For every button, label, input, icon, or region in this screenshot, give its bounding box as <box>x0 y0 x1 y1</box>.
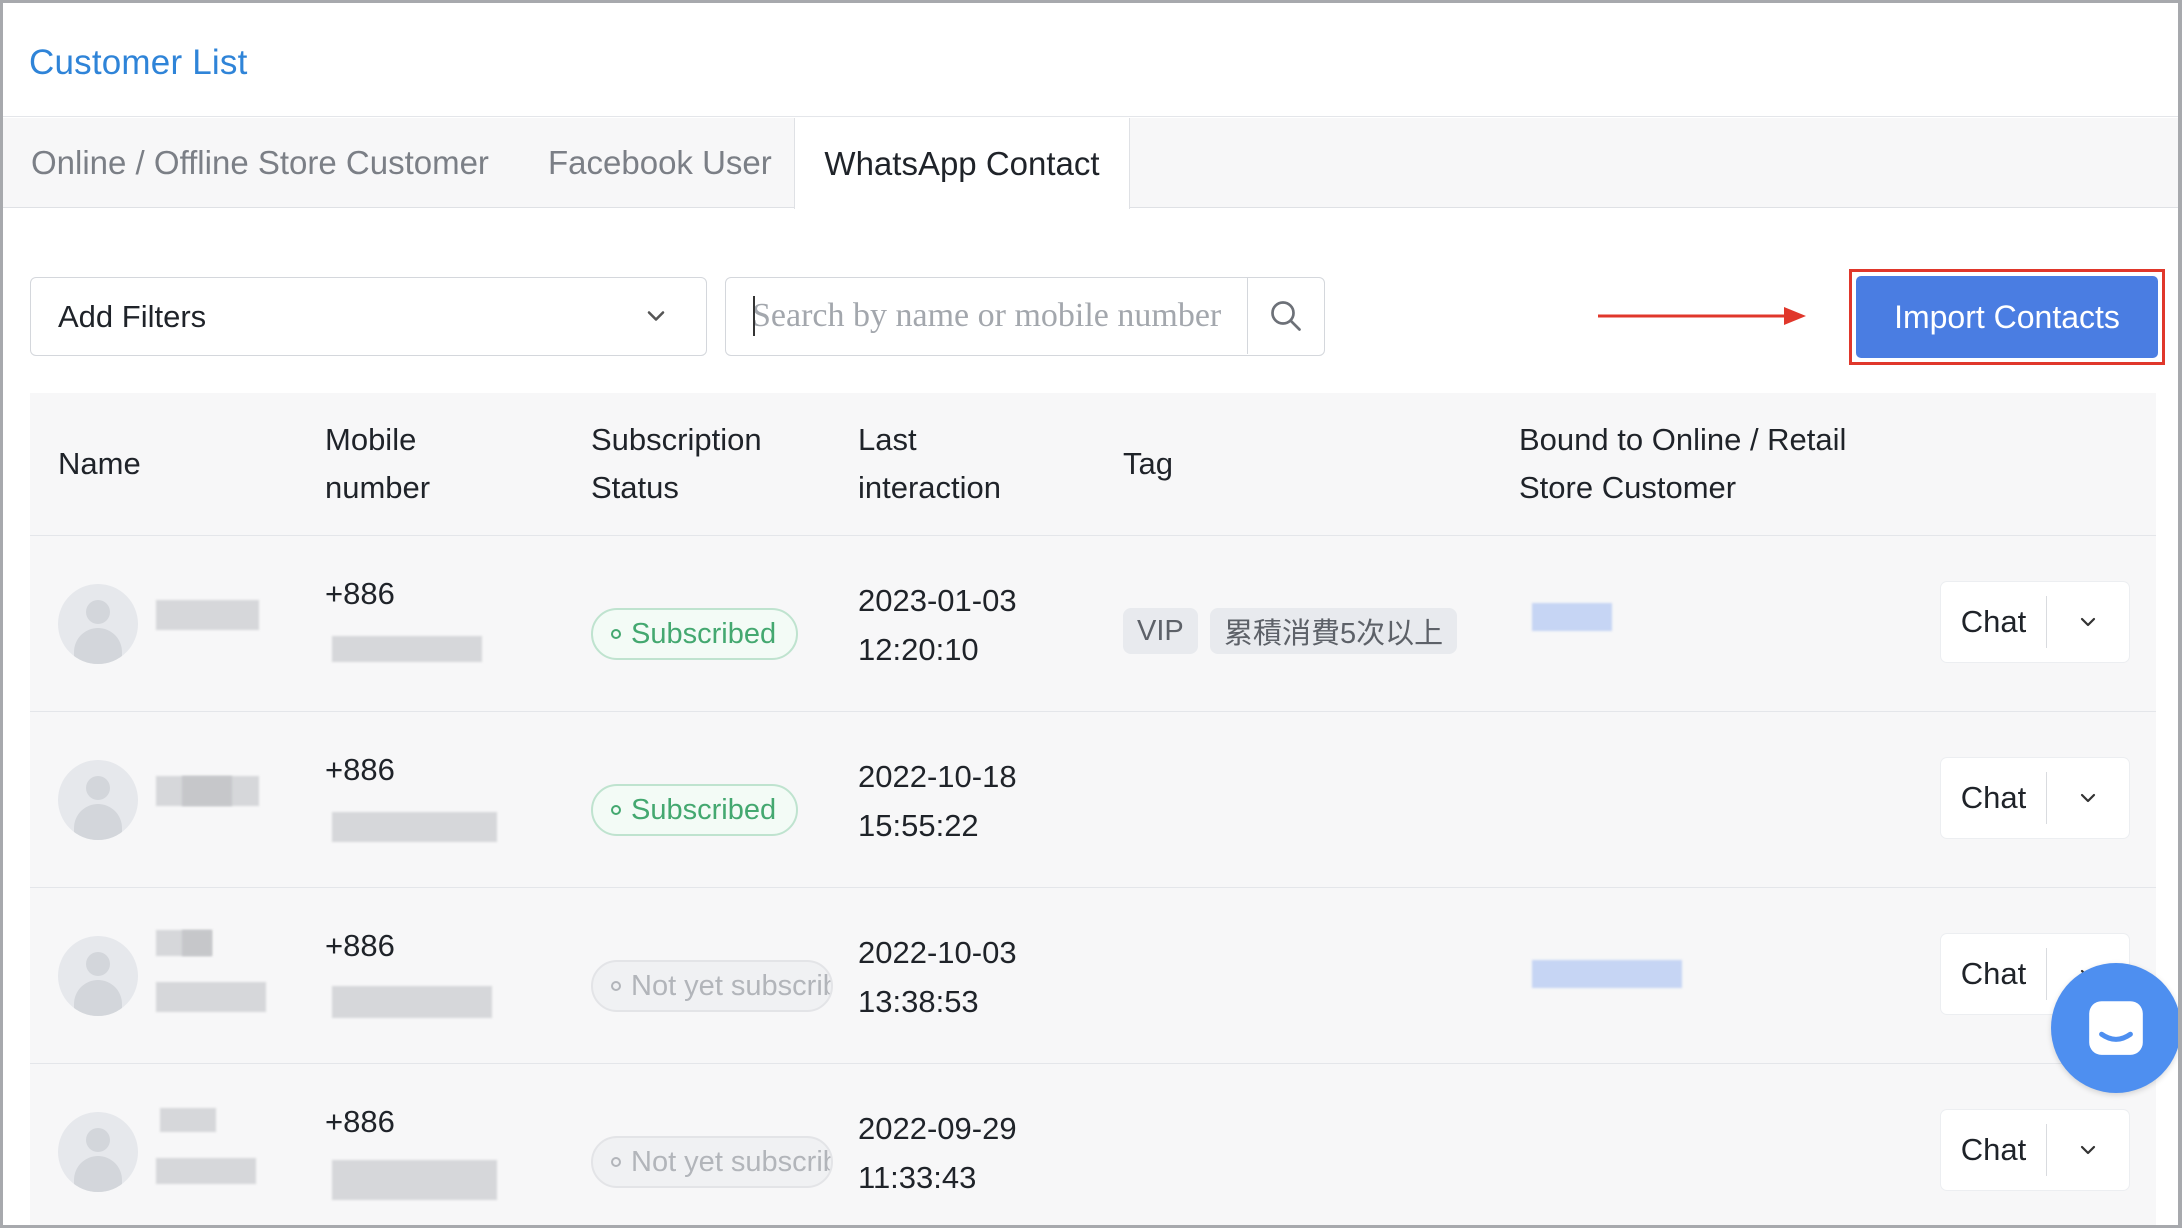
user-avatar-icon <box>58 760 138 840</box>
status-badge: Subscribed <box>591 608 799 660</box>
redacted-name-line-2 <box>156 1158 256 1184</box>
chat-button[interactable]: Chat <box>1941 582 2046 662</box>
status-dot-icon <box>611 1157 621 1167</box>
user-avatar-icon <box>58 936 138 1016</box>
search-button[interactable] <box>1247 278 1324 354</box>
chevron-down-icon <box>2080 617 2096 627</box>
status-label: Not yet subscribed <box>631 969 831 1002</box>
redacted-bound-customer-link[interactable] <box>1532 603 1612 631</box>
last-interaction-time: 13:38:53 <box>858 984 979 1019</box>
column-header-mobile-number: Mobile number <box>325 422 431 505</box>
annotation-arrow <box>1598 307 1806 325</box>
redacted-mobile-number <box>332 1160 497 1200</box>
status-badge: Subscribed <box>591 784 799 836</box>
last-interaction-date: 2022-10-03 <box>858 935 1017 970</box>
table-row[interactable]: +886 Not yet subscribed 2022-09-29 11:33… <box>30 1064 2156 1225</box>
last-interaction-date: 2022-10-18 <box>858 759 1017 794</box>
tab-whatsapp-contact[interactable]: WhatsApp Contact <box>794 118 1130 209</box>
title-bar: Customer List <box>3 3 2178 117</box>
redacted-name-part <box>182 776 232 806</box>
mobile-country-code: +886 <box>325 752 395 787</box>
chat-split-button: Chat <box>1941 1110 2129 1190</box>
status-label: Subscribed <box>631 793 777 826</box>
search-box <box>725 277 1325 356</box>
column-header-subscription-status: Subscription Status <box>591 422 762 505</box>
status-badge: Not yet subscribed <box>591 1136 833 1188</box>
mobile-country-code: +886 <box>325 928 395 963</box>
chat-button[interactable]: Chat <box>1941 934 2046 1014</box>
chat-dropdown-button[interactable] <box>2047 758 2129 838</box>
last-interaction: 2023-01-03 12:20:10 <box>858 576 1017 674</box>
chat-bubble-icon <box>2089 1001 2143 1055</box>
import-contacts-button[interactable]: Import Contacts <box>1856 276 2158 358</box>
column-header-tag: Tag <box>1123 446 1173 481</box>
page-title: Customer List <box>29 43 248 82</box>
search-icon <box>1271 301 1301 331</box>
status-dot-icon <box>611 981 621 991</box>
chat-button[interactable]: Chat <box>1941 1110 2046 1190</box>
table-header: Name Mobile number Subscription Status L… <box>30 393 2156 536</box>
add-filters-dropdown[interactable]: Add Filters <box>30 277 707 356</box>
last-interaction-time: 11:33:43 <box>858 1160 977 1195</box>
chat-dropdown-button[interactable] <box>2047 582 2129 662</box>
add-filters-label: Add Filters <box>58 298 207 334</box>
redacted-name-part <box>182 930 212 956</box>
column-header-bound-store-customer: Bound to Online / Retail Store Customer <box>1519 422 1847 505</box>
user-avatar-icon <box>58 1112 138 1192</box>
chat-dropdown-button[interactable] <box>2047 1110 2129 1190</box>
app-window: Customer List Online / Offline Store Cus… <box>0 0 2182 1228</box>
status-dot-icon <box>611 629 621 639</box>
column-header-name: Name <box>58 446 141 481</box>
chevron-down-icon <box>2080 1145 2096 1155</box>
redacted-mobile-number <box>332 636 482 662</box>
chevron-down-icon <box>2080 793 2096 803</box>
chat-split-button: Chat <box>1941 758 2129 838</box>
table-row[interactable]: +886 Subscribed 2023-01-03 12:20:10 VIP … <box>30 536 2156 712</box>
table-row[interactable]: +886 Subscribed 2022-10-18 15:55:22 Chat <box>30 712 2156 888</box>
redacted-mobile-number <box>332 812 497 842</box>
chevron-down-icon <box>647 311 665 321</box>
tag-badge: 累積消費5次以上 <box>1210 608 1458 654</box>
mobile-country-code: +886 <box>325 576 395 611</box>
text-cursor <box>753 296 755 336</box>
last-interaction: 2022-10-03 13:38:53 <box>858 928 1017 1026</box>
user-avatar-icon <box>58 584 138 664</box>
tab-online-offline-store-customer[interactable]: Online / Offline Store Customer <box>31 118 489 208</box>
last-interaction-date: 2022-09-29 <box>858 1111 1017 1146</box>
column-header-last-interaction: Last interaction <box>858 422 1002 505</box>
redacted-name <box>156 600 259 630</box>
customer-table: Name Mobile number Subscription Status L… <box>30 393 2156 1225</box>
tab-bar: Online / Offline Store Customer Facebook… <box>3 118 2178 209</box>
last-interaction-time: 12:20:10 <box>858 632 979 667</box>
status-dot-icon <box>611 805 621 815</box>
last-interaction: 2022-10-18 15:55:22 <box>858 752 1017 850</box>
redacted-name <box>160 1108 216 1132</box>
redacted-name-line-2 <box>156 982 266 1012</box>
last-interaction: 2022-09-29 11:33:43 <box>858 1104 1017 1202</box>
last-interaction-date: 2023-01-03 <box>858 583 1017 618</box>
last-interaction-time: 15:55:22 <box>858 808 979 843</box>
status-label: Subscribed <box>631 617 777 650</box>
search-input[interactable] <box>726 278 1248 354</box>
chat-split-button: Chat <box>1941 582 2129 662</box>
status-label: Not yet subscribed <box>631 1145 831 1178</box>
mobile-country-code: +886 <box>325 1104 395 1139</box>
table-row[interactable]: +886 Not yet subscribed 2022-10-03 13:38… <box>30 888 2156 1064</box>
chat-button[interactable]: Chat <box>1941 758 2046 838</box>
tag-badge: VIP <box>1123 608 1198 654</box>
redacted-bound-customer-link[interactable] <box>1532 960 1682 988</box>
tab-facebook-user[interactable]: Facebook User <box>548 118 772 208</box>
chat-launcher-button[interactable] <box>2051 963 2178 1093</box>
redacted-mobile-number <box>332 986 492 1018</box>
status-badge: Not yet subscribed <box>591 960 833 1012</box>
